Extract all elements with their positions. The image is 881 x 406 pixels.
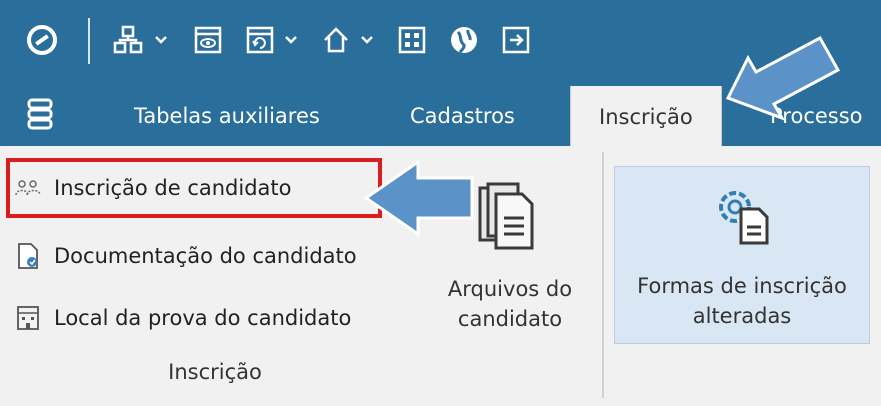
formas-label-line1: Formas de inscrição [637, 274, 847, 298]
home-icon[interactable] [318, 22, 354, 58]
local-da-prova-do-candidato-button[interactable]: Local da prova do candidato [14, 298, 351, 338]
chevron-down-icon[interactable] [356, 22, 378, 58]
big-button-label-line2: candidato [457, 307, 563, 331]
building-icon [14, 304, 42, 332]
group-label-inscricao: Inscrição [168, 360, 262, 384]
refresh-window-icon[interactable] [242, 22, 278, 58]
network-icon[interactable] [110, 22, 146, 58]
documentacao-do-candidato-button[interactable]: Documentação do candidato [14, 236, 357, 276]
chevron-down-icon[interactable] [280, 22, 302, 58]
tab-tabelas-auxiliares[interactable]: Tabelas auxiliares [134, 86, 320, 146]
power-icon[interactable] [22, 22, 62, 58]
group-separator [602, 152, 604, 398]
exit-icon[interactable] [498, 22, 534, 58]
tab-processo[interactable]: Processo [770, 86, 863, 146]
big-button-label-line1: Arquivos do [447, 277, 573, 301]
quick-access-toolbar [0, 0, 881, 86]
files-icon [476, 180, 540, 256]
tab-cadastros[interactable]: Cadastros [410, 86, 515, 146]
database-icon[interactable] [22, 96, 58, 132]
menu-item-label: Inscrição de candidato [54, 176, 292, 200]
arquivos-do-candidato-button[interactable]: Arquivos do candidato [432, 166, 588, 346]
menu-item-label: Documentação do candidato [54, 244, 357, 268]
formas-label-line2: alteradas [692, 304, 792, 328]
gear-document-icon [711, 183, 775, 251]
toolbar-separator [88, 18, 90, 64]
ribbon-tab-bar: Tabelas auxiliares Cadastros Inscrição P… [0, 86, 881, 148]
chevron-down-icon[interactable] [150, 22, 172, 58]
tab-inscricao[interactable]: Inscrição [570, 86, 722, 148]
menu-item-label: Local da prova do candidato [54, 306, 352, 330]
formas-de-inscricao-alteradas-button[interactable]: Formas de inscrição alteradas [614, 166, 870, 344]
eye-window-icon[interactable] [190, 22, 226, 58]
inscricao-de-candidato-button[interactable]: Inscrição de candidato [14, 168, 292, 208]
users-icon [14, 174, 42, 202]
grid-icon[interactable] [394, 22, 430, 58]
globe-icon[interactable] [446, 22, 482, 58]
document-icon [14, 242, 42, 270]
